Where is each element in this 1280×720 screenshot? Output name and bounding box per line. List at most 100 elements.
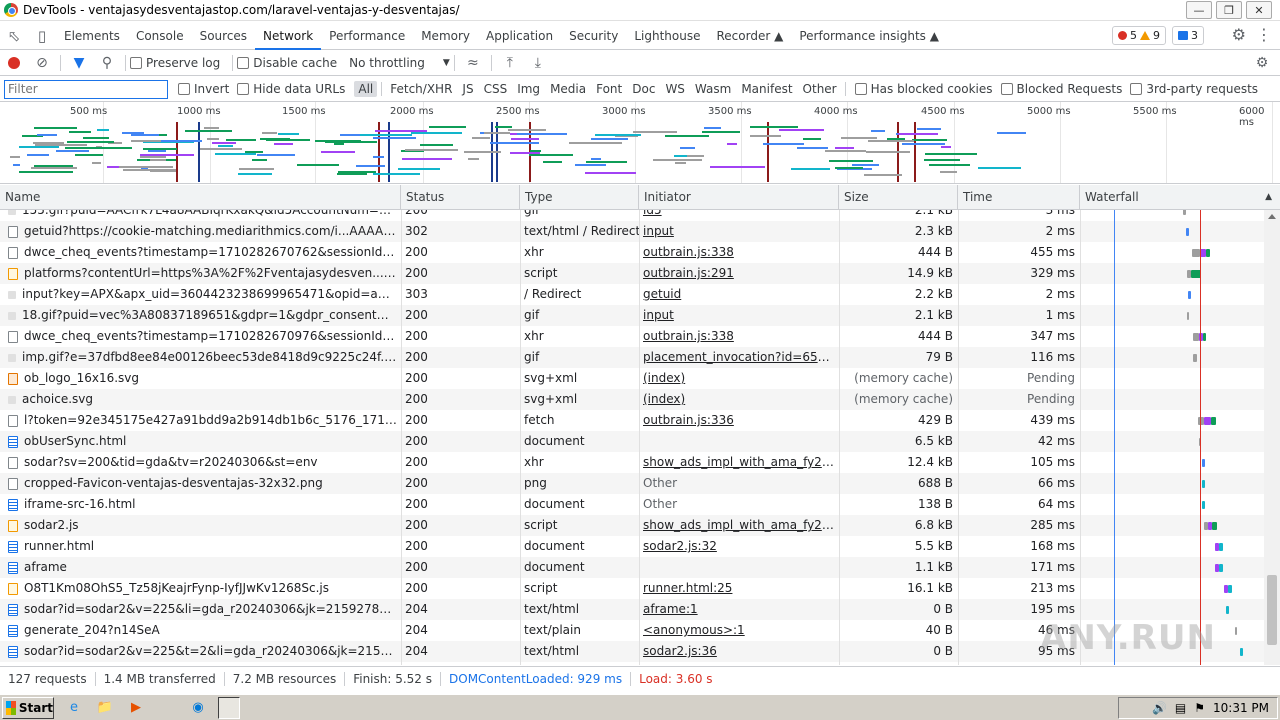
filter-type-other[interactable]: Other bbox=[799, 81, 841, 97]
initiator-cell[interactable]: outbrain.js:291 bbox=[639, 263, 839, 284]
tab-console[interactable]: Console bbox=[128, 22, 192, 50]
tab-elements[interactable]: Elements bbox=[56, 22, 128, 50]
close-button[interactable]: ✕ bbox=[1246, 1, 1272, 19]
tab-performance-insights[interactable]: Performance insights ▲ bbox=[791, 22, 947, 50]
table-row[interactable]: sodar2.js 200 script show_ads_impl_with_ama… bbox=[0, 515, 1264, 536]
request-name-cell[interactable]: runner.html bbox=[0, 536, 401, 557]
initiator-cell[interactable]: sodar2.js:32 bbox=[639, 536, 839, 557]
throttling-select[interactable]: No throttling ▼ bbox=[349, 56, 450, 70]
request-name-cell[interactable]: achoice.svg bbox=[0, 389, 401, 410]
initiator-cell[interactable]: outbrain.js:338 bbox=[639, 326, 839, 347]
request-name-cell[interactable]: ob_logo_16x16.svg bbox=[0, 368, 401, 389]
flag-icon[interactable]: ⚑ bbox=[1194, 701, 1205, 715]
filter-type-wasm[interactable]: Wasm bbox=[691, 81, 735, 97]
preserve-log-checkbox[interactable]: Preserve log bbox=[130, 56, 220, 70]
initiator-cell[interactable]: input bbox=[639, 305, 839, 326]
request-name-cell[interactable]: input?key=APX&apx_uid=360442323869996547… bbox=[0, 284, 401, 305]
request-name-cell[interactable]: generate_204?n14SeA bbox=[0, 620, 401, 641]
tab-application[interactable]: Application bbox=[478, 22, 561, 50]
initiator-cell[interactable]: outbrain.js:338 bbox=[639, 242, 839, 263]
settings-gear-icon[interactable]: ⚙ bbox=[1232, 25, 1246, 44]
volume-icon[interactable]: 🔊 bbox=[1152, 701, 1167, 715]
tab-network[interactable]: Network bbox=[255, 22, 322, 50]
column-header-type[interactable]: Type bbox=[520, 185, 639, 210]
filter-type-css[interactable]: CSS bbox=[480, 81, 512, 97]
inspect-element-icon[interactable]: ⬁ bbox=[0, 23, 28, 49]
filter-input[interactable]: Filter bbox=[4, 79, 168, 99]
filter-type-fetch-xhr[interactable]: Fetch/XHR bbox=[386, 81, 456, 97]
hide-data-urls-checkbox[interactable]: Hide data URLs bbox=[237, 82, 345, 96]
filter-type-img[interactable]: Img bbox=[513, 81, 544, 97]
start-button[interactable]: Start bbox=[2, 696, 54, 719]
table-row[interactable]: imp.gif?e=37dfbd8ee84e00126beec53de8418d… bbox=[0, 347, 1264, 368]
tab-memory[interactable]: Memory bbox=[413, 22, 478, 50]
table-row[interactable]: achoice.svg 200 svg+xml (index) (memory cach… bbox=[0, 389, 1264, 410]
request-name-cell[interactable]: dwce_cheq_events?timestamp=1710282670762… bbox=[0, 242, 401, 263]
initiator-cell[interactable]: runner.html:25 bbox=[639, 578, 839, 599]
filter-type-font[interactable]: Font bbox=[592, 81, 626, 97]
edge-icon[interactable]: ◉ bbox=[187, 697, 209, 719]
clear-button[interactable]: ⊘ bbox=[28, 51, 56, 75]
table-row[interactable]: l?token=92e345175e427a91bdd9a2b914db1b6c… bbox=[0, 410, 1264, 431]
filter-type-ws[interactable]: WS bbox=[661, 81, 688, 97]
initiator-cell[interactable]: <anonymous>:1 bbox=[639, 620, 839, 641]
tab-recorder[interactable]: Recorder ▲ bbox=[709, 22, 792, 50]
column-header-name[interactable]: Name bbox=[0, 185, 401, 210]
request-name-cell[interactable]: sodar?sv=200&tid=gda&tv=r20240306&st=env bbox=[0, 452, 401, 473]
filter-type-js[interactable]: JS bbox=[458, 81, 477, 97]
invert-checkbox[interactable]: Invert bbox=[178, 82, 229, 96]
network-conditions-button[interactable]: ≈ bbox=[459, 51, 487, 75]
tab-performance[interactable]: Performance bbox=[321, 22, 413, 50]
initiator-cell[interactable]: outbrain.js:336 bbox=[639, 410, 839, 431]
initiator-cell[interactable]: id5 bbox=[639, 210, 839, 221]
request-name-cell[interactable]: 18.gif?puid=vec%3A80837189651&gdpr=1&gdp… bbox=[0, 305, 401, 326]
request-name-cell[interactable]: O8T1Km08OhS5_Tz58jKeajrFynp-IyfJJwKv1268… bbox=[0, 578, 401, 599]
scrollbar-thumb[interactable] bbox=[1267, 575, 1277, 645]
filter-type-all[interactable]: All bbox=[354, 81, 378, 97]
request-name-cell[interactable]: sodar?id=sodar2&v=225&t=2&li=gda_r202403… bbox=[0, 641, 401, 662]
column-header-waterfall[interactable]: Waterfall ▲ bbox=[1080, 185, 1280, 210]
table-row[interactable]: cropped-Favicon-ventajas-desventajas-32x… bbox=[0, 473, 1264, 494]
file-explorer-icon[interactable]: 📁 bbox=[94, 697, 116, 719]
request-name-cell[interactable]: dwce_cheq_events?timestamp=1710282670976… bbox=[0, 326, 401, 347]
chrome-taskbar-icon[interactable] bbox=[156, 697, 178, 719]
network-overview-timeline[interactable]: 500 ms 1000 ms 1500 ms 2000 ms 2500 ms 3000 m… bbox=[0, 102, 1280, 184]
request-name-cell[interactable]: sodar2.js bbox=[0, 515, 401, 536]
internet-explorer-icon[interactable]: e bbox=[63, 697, 85, 719]
record-button[interactable] bbox=[0, 51, 28, 75]
table-scrollbar[interactable] bbox=[1264, 210, 1280, 665]
table-row[interactable]: 18.gif?puid=vec%3A80837189651&gdpr=1&gdp… bbox=[0, 305, 1264, 326]
tab-sources[interactable]: Sources bbox=[192, 22, 255, 50]
request-name-cell[interactable]: aframe bbox=[0, 557, 401, 578]
filter-type-doc[interactable]: Doc bbox=[628, 81, 659, 97]
initiator-cell[interactable]: show_ads_impl_with_ama_fy2021.j... bbox=[639, 452, 839, 473]
table-row[interactable]: aframe 200 document 1.1 kB 171 ms bbox=[0, 557, 1264, 578]
request-name-cell[interactable]: platforms?contentUrl=https%3A%2F%2Fventa… bbox=[0, 263, 401, 284]
table-row[interactable]: ob_logo_16x16.svg 200 svg+xml (index) (memor… bbox=[0, 368, 1264, 389]
issues-badge[interactable]: 3 bbox=[1172, 26, 1204, 45]
column-header-status[interactable]: Status bbox=[401, 185, 520, 210]
initiator-cell[interactable]: (index) bbox=[639, 368, 839, 389]
initiator-cell[interactable]: (index) bbox=[639, 389, 839, 410]
media-player-icon[interactable]: ▶ bbox=[125, 697, 147, 719]
has-blocked-cookies-checkbox[interactable]: Has blocked cookies bbox=[854, 82, 993, 96]
request-name-cell[interactable]: 155.gif?puid=AACfrk7L4a8AABIqrKxakQ&id5A… bbox=[0, 210, 401, 221]
request-name-cell[interactable]: getuid?https://cookie-matching.mediarith… bbox=[0, 221, 401, 242]
table-row[interactable]: getuid?https://cookie-matching.mediarith… bbox=[0, 221, 1264, 242]
maximize-button[interactable]: ❐ bbox=[1216, 1, 1242, 19]
tab-lighthouse[interactable]: Lighthouse bbox=[626, 22, 708, 50]
request-name-cell[interactable]: obUserSync.html bbox=[0, 431, 401, 452]
clock[interactable]: 10:31 PM bbox=[1213, 701, 1269, 715]
table-row[interactable]: obUserSync.html 200 document 6.5 kB 42 ms bbox=[0, 431, 1264, 452]
minimize-button[interactable]: — bbox=[1186, 1, 1212, 19]
table-row[interactable]: O8T1Km08OhS5_Tz58jKeajrFynp-IyfJJwKv1268… bbox=[0, 578, 1264, 599]
export-har-button[interactable]: ⤓ bbox=[524, 51, 552, 75]
scroll-up-arrow-icon[interactable] bbox=[1268, 214, 1276, 219]
column-header-initiator[interactable]: Initiator bbox=[639, 185, 839, 210]
initiator-cell[interactable]: aframe:1 bbox=[639, 599, 839, 620]
column-header-size[interactable]: Size bbox=[839, 185, 958, 210]
request-name-cell[interactable]: l?token=92e345175e427a91bdd9a2b914db1b6c… bbox=[0, 410, 401, 431]
filter-type-manifest[interactable]: Manifest bbox=[737, 81, 796, 97]
network-settings-button[interactable]: ⚙ bbox=[1248, 51, 1276, 75]
search-button[interactable]: ⚲ bbox=[93, 51, 121, 75]
